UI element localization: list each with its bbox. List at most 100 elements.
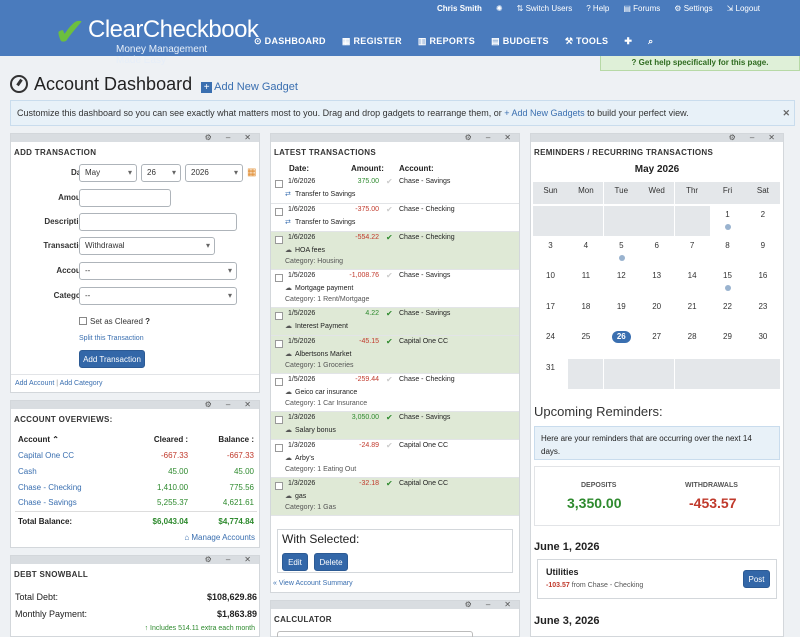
transaction-row[interactable]: 1/5/2026 -259.44 ✔ Chase - Checking ☁ Geico c… [271,374,519,412]
close-icon[interactable]: ✕ [782,101,790,125]
account-link[interactable]: Cash [15,463,125,479]
minimize-icon[interactable]: – [486,134,490,142]
calendar-day[interactable]: 7 [674,236,710,267]
gear-icon[interactable]: ⚙ [729,134,736,142]
calendar-day[interactable]: 26 [603,328,639,358]
split-transaction-link[interactable]: Split this Transaction [79,335,144,342]
calendar-day[interactable]: 1 [710,206,745,236]
calendar-day[interactable]: 16 [745,267,781,297]
add-new-gadgets-link[interactable]: + Add New Gadgets [504,108,584,118]
row-checkbox[interactable] [275,416,283,424]
gear-icon[interactable]: ⚙ [465,134,472,142]
calendar-day[interactable]: 22 [710,297,745,328]
transaction-row[interactable]: 1/3/2026 -32.18 ✔ Capital One CC ☁ gas Categor… [271,478,519,516]
add-transaction-button[interactable]: Add Transaction [79,350,145,368]
row-checkbox[interactable] [275,482,283,490]
year-select[interactable]: 2026 [185,164,243,182]
calendar-day[interactable]: 28 [674,328,710,358]
month-select[interactable]: May [79,164,137,182]
transaction-row[interactable]: 1/5/2026 -1,008.76 ✔ Chase - Savings ☁ Mortga… [271,270,519,308]
gear-icon[interactable]: ⚙ [205,401,212,409]
row-checkbox[interactable] [275,444,283,452]
reminder-dot[interactable] [725,224,731,230]
transaction-row[interactable]: 1/3/2026 -24.89 ✔ Capital One CC ☁ Arby's Cate… [271,440,519,478]
post-button[interactable]: Post [743,570,770,588]
calculator-display[interactable] [277,631,473,637]
calendar-day[interactable]: 11 [568,267,604,297]
cleared-check-icon[interactable]: ✔ [386,233,393,242]
account-link[interactable]: Chase - Checking [15,479,125,495]
transaction-row[interactable]: 1/5/2026 4.22 ✔ Chase - Savings ☁ Interest Pa… [271,308,519,336]
add-new-gadget-link[interactable]: + Add New Gadget [201,81,298,93]
edit-button[interactable]: Edit [282,553,308,571]
nav-budgets[interactable]: ▤ BUDGETS [491,36,549,47]
calendar-day[interactable]: 31 [533,358,568,389]
gear-icon[interactable]: ⚙ [205,556,212,564]
calendar-day[interactable]: 15 [710,267,745,297]
add-account-link[interactable]: Add Account [15,380,54,387]
row-checkbox[interactable] [275,340,283,348]
account-link[interactable]: Capital One CC [15,447,125,463]
account-link[interactable]: Chase - Savings [15,495,125,511]
clearcheckbook-logo[interactable]: ✔ ClearCheckbook Money Management Made E… [54,12,259,66]
settings-sun-icon[interactable]: ✺ [496,4,503,13]
uncleared-check-icon[interactable]: ✔ [386,375,393,384]
transaction-row[interactable]: 1/6/2026 -375.00 ✔ Chase - Checking ⇄ Transfe… [271,204,519,232]
settings-link[interactable]: ⚙ Settings [674,4,712,13]
nav-tools[interactable]: ⚒ TOOLS [565,36,609,47]
add-category-link[interactable]: Add Category [60,380,103,387]
day-select[interactable]: 26 [141,164,181,182]
minimize-icon[interactable]: – [226,134,230,142]
set-cleared-checkbox[interactable]: Set as Cleared ? [79,317,150,326]
forums-link[interactable]: ▤ Forums [623,4,660,13]
calendar-day[interactable]: 17 [533,297,568,328]
calendar-day[interactable]: 19 [603,297,639,328]
minimize-icon[interactable]: – [226,556,230,564]
switch-users-link[interactable]: ⇅ Switch Users [517,4,573,13]
calendar-day[interactable]: 3 [533,236,568,267]
calendar-day[interactable]: 4 [568,236,604,267]
cleared-check-icon[interactable]: ✔ [386,479,393,488]
calendar-day[interactable]: 30 [745,328,781,358]
calendar-day[interactable]: 25 [568,328,604,358]
uncleared-check-icon[interactable]: ✔ [386,205,393,214]
calendar-day[interactable]: 27 [639,328,675,358]
nav-reports[interactable]: ▥ REPORTS [418,36,475,47]
search-icon[interactable]: ⌕ [648,36,653,47]
amount-input[interactable] [79,189,171,207]
calendar-day[interactable]: 8 [710,236,745,267]
close-icon[interactable]: ✕ [768,134,775,142]
transaction-row[interactable]: 1/5/2026 -45.15 ✔ Capital One CC ☁ Albertsons… [271,336,519,374]
calendar-icon[interactable]: ▦ [247,167,256,178]
calendar-day[interactable]: 13 [639,267,675,297]
cleared-check-icon[interactable]: ✔ [386,337,393,346]
calendar-day[interactable]: 9 [745,236,781,267]
description-input[interactable] [79,213,237,231]
uncleared-check-icon[interactable]: ✔ [386,441,393,450]
transaction-row[interactable]: 1/6/2026 375.00 ✔ Chase - Savings ⇄ Transfer … [271,176,519,204]
cleared-check-icon[interactable]: ✔ [386,309,393,318]
calendar-day[interactable]: 2 [745,206,781,236]
gear-icon[interactable]: ⚙ [205,134,212,142]
row-checkbox[interactable] [275,236,283,244]
gear-icon[interactable]: ⚙ [465,601,472,609]
page-help-link[interactable]: ? Get help specifically for this page. [600,56,800,71]
close-icon[interactable]: ✕ [244,401,251,409]
transaction-type-select[interactable]: Withdrawal [79,237,215,255]
row-checkbox[interactable] [275,312,283,320]
minimize-icon[interactable]: – [750,134,754,142]
help-icon[interactable]: ? [145,317,150,326]
row-checkbox[interactable] [275,180,283,188]
logout-link[interactable]: ⇲ Logout [727,4,760,13]
calendar-day[interactable]: 10 [533,267,568,297]
cleared-check-icon[interactable]: ✔ [386,413,393,422]
calendar-day[interactable]: 5 [603,236,639,267]
calendar-day[interactable]: 24 [533,328,568,358]
add-icon[interactable]: ✚ [624,36,632,47]
manage-accounts-link[interactable]: ⌂ Manage Accounts [184,533,255,542]
close-icon[interactable]: ✕ [504,134,511,142]
transaction-row[interactable]: 1/6/2026 -554.22 ✔ Chase - Checking ☁ HOA fee… [271,232,519,270]
reminder-dot[interactable] [725,285,731,291]
calendar-day[interactable]: 18 [568,297,604,328]
view-account-summary-link[interactable]: « View Account Summary [273,580,353,587]
